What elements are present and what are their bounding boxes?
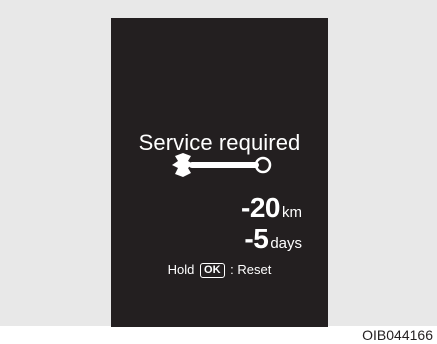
days-value: -5 <box>244 223 269 254</box>
cluster-display: Service required -20 km -5 days Hold OK : … <box>111 18 328 327</box>
remaining-days: -5 days <box>244 225 302 253</box>
ok-key-icon: OK <box>200 263 225 278</box>
wrench-icon <box>172 153 272 177</box>
distance-value: -20 <box>241 192 280 223</box>
remaining-distance: -20 km <box>241 194 302 222</box>
figure-id-label: OIB044166 <box>362 327 433 343</box>
distance-unit: km <box>282 204 302 221</box>
reset-prefix: Hold <box>167 262 195 277</box>
reset-suffix: : Reset <box>230 262 272 277</box>
reset-instruction: Hold OK : Reset <box>111 262 328 278</box>
days-unit: days <box>270 235 302 252</box>
